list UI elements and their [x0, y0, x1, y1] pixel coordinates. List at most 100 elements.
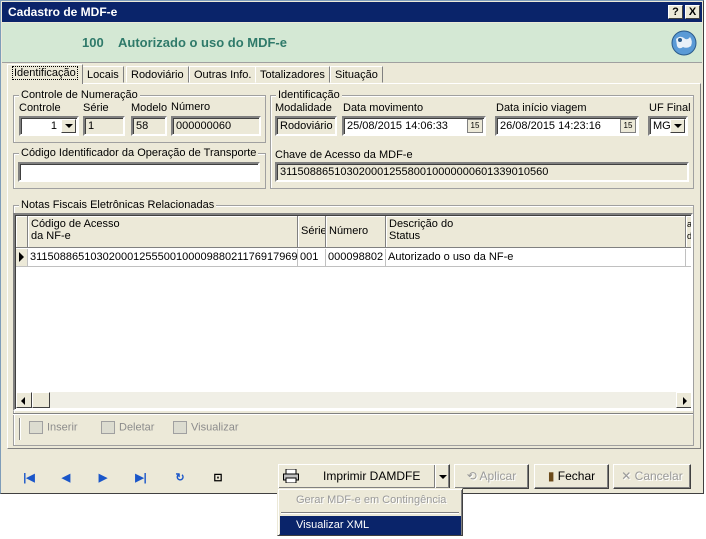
title-bar: Cadastro de MDF-e ? X	[2, 2, 702, 22]
calendar-icon[interactable]: 15	[467, 119, 483, 133]
menu-separator	[281, 512, 459, 514]
scroll-thumb[interactable]	[32, 392, 50, 408]
tab-situacao[interactable]: Situação	[330, 66, 383, 83]
imprimir-dropdown-button[interactable]	[435, 464, 450, 489]
row-indicator	[16, 249, 28, 267]
col-header-serie[interactable]: Série	[298, 216, 326, 248]
view-icon	[173, 421, 187, 434]
imprimir-dropdown-menu: Gerar MDF-e em Contingência Visualizar X…	[277, 488, 463, 536]
cancel-icon: ✕	[621, 469, 635, 483]
numeracao-group-title: Controle de Numeração	[19, 89, 140, 101]
numero-field: 000000060	[171, 116, 261, 136]
fechar-button[interactable]: ▮ Fechar	[534, 464, 609, 489]
fechar-label: Fechar	[557, 469, 596, 483]
transporte-group-title: Código Identificador da Operação de Tran…	[19, 147, 259, 159]
chevron-down-icon[interactable]	[61, 119, 76, 133]
close-button[interactable]: X	[685, 5, 700, 19]
serie-field: 1	[83, 116, 125, 136]
chave-acesso-field: 3115088651030200012558001000000060133901…	[275, 162, 689, 182]
uf-final-value: MG	[653, 120, 671, 132]
serie-label: Série	[83, 102, 109, 114]
grid-indicator-header	[16, 216, 28, 248]
refresh-icon[interactable]: ↻	[170, 470, 190, 486]
grid-toolbar: Inserir Deletar Visualizar	[13, 413, 693, 443]
modalidade-field: Rodoviário	[275, 116, 337, 136]
help-button[interactable]: ?	[668, 5, 683, 19]
menu-item-gerar-contingencia[interactable]: Gerar MDF-e em Contingência	[280, 491, 461, 510]
table-row[interactable]: Autorizado o uso da NF-e	[386, 249, 686, 267]
col-header-numero[interactable]: Número	[326, 216, 386, 248]
col-header-descricao[interactable]: Descrição do Status	[386, 216, 686, 248]
modalidade-label: Modalidade	[275, 102, 332, 114]
data-inicio-label: Data início viagem	[496, 102, 587, 114]
table-row[interactable]: 001	[298, 249, 326, 267]
chevron-down-icon	[439, 475, 447, 479]
mdfe-window: Cadastro de MDF-e ? X 100 Autorizado o u…	[0, 0, 704, 494]
col-header-codigo[interactable]: Código de Acesso da NF-e	[28, 216, 298, 248]
toolbar-grip	[19, 418, 21, 440]
data-inicio-value: 26/08/2015 14:23:16	[500, 120, 601, 132]
settings-icon[interactable]: ⊡	[208, 470, 228, 486]
aplicar-button[interactable]: ⟲ Aplicar	[454, 464, 529, 489]
apply-icon: ⟲	[466, 469, 480, 483]
data-movimento-value: 25/08/2015 14:06:33	[347, 120, 448, 132]
window-title: Cadastro de MDF-e	[8, 5, 118, 19]
controle-select[interactable]: 1	[19, 116, 79, 136]
table-row[interactable]: 000098802	[326, 249, 386, 267]
calendar-icon[interactable]: 15	[620, 119, 636, 133]
controle-label: Controle	[19, 102, 61, 114]
status-code: 100	[82, 35, 104, 50]
cancelar-label: Cancelar	[634, 469, 683, 483]
row-pointer-icon	[19, 252, 24, 262]
imprimir-damdfe-button[interactable]: Imprimir DAMDFE	[278, 464, 436, 489]
scroll-right-button[interactable]	[676, 392, 691, 408]
last-record-icon[interactable]: ▶|	[131, 470, 151, 486]
printer-icon	[283, 469, 299, 483]
deletar-button[interactable]: Deletar	[101, 421, 154, 434]
numero-label: Número	[171, 101, 211, 113]
table-row[interactable]: 3115088651030200012555001000098802117691…	[28, 249, 298, 267]
cancelar-button[interactable]: ✕ Cancelar	[613, 464, 691, 489]
prev-record-icon[interactable]: ◀	[56, 470, 76, 486]
delete-icon	[101, 421, 115, 434]
notas-group-title: Notas Fiscais Eletrônicas Relacionadas	[19, 199, 217, 211]
identificacao-group-title: Identificação	[276, 89, 342, 101]
data-inicio-input[interactable]: 26/08/2015 14:23:16 15	[495, 116, 639, 136]
modelo-label: Modelo	[131, 102, 168, 114]
grid-horizontal-scrollbar[interactable]	[16, 392, 691, 408]
col-header-extra[interactable]: a d	[686, 216, 691, 248]
door-icon: ▮	[547, 469, 558, 483]
aplicar-label: Aplicar	[479, 469, 517, 483]
status-header: 100 Autorizado o uso do MDF-e	[2, 23, 702, 63]
uf-final-select[interactable]: MG	[648, 116, 688, 136]
transporte-input[interactable]	[18, 162, 260, 182]
data-movimento-label: Data movimento	[343, 102, 424, 114]
tab-rodoviario[interactable]: Rodoviário	[126, 66, 189, 83]
inserir-label: Inserir	[47, 421, 78, 434]
tab-identificacao[interactable]: Identificação	[7, 64, 83, 84]
status-message: Autorizado o uso do MDF-e	[118, 35, 287, 50]
data-movimento-input[interactable]: 25/08/2015 14:06:33 15	[342, 116, 486, 136]
tab-locais[interactable]: Locais	[82, 66, 124, 83]
imprimir-damdfe-label: Imprimir DAMDFE	[323, 469, 421, 483]
table-row[interactable]	[686, 249, 691, 267]
chave-acesso-label: Chave de Acesso da MDF-e	[275, 149, 413, 161]
globe-icon	[671, 30, 697, 56]
controle-value: 1	[50, 120, 57, 132]
tab-identificacao-label: Identificação	[12, 66, 78, 80]
tab-outras-info[interactable]: Outras Info.	[189, 66, 257, 83]
visualizar-button[interactable]: Visualizar	[173, 421, 239, 434]
inserir-button[interactable]: Inserir	[29, 421, 78, 434]
visualizar-label: Visualizar	[191, 421, 239, 434]
first-record-icon[interactable]: |◀	[19, 470, 39, 486]
insert-icon	[29, 421, 43, 434]
menu-item-visualizar-xml[interactable]: Visualizar XML	[280, 516, 461, 535]
arrow-left-icon	[21, 397, 25, 405]
notas-grid[interactable]: Código de Acesso da NF-e Série Número De…	[13, 213, 693, 411]
tab-totalizadores[interactable]: Totalizadores	[255, 66, 330, 83]
arrow-right-icon	[683, 397, 687, 405]
chevron-down-icon[interactable]	[670, 119, 685, 133]
deletar-label: Deletar	[119, 421, 155, 434]
scroll-left-button[interactable]	[16, 392, 32, 408]
next-record-icon[interactable]: ▶	[93, 470, 113, 486]
